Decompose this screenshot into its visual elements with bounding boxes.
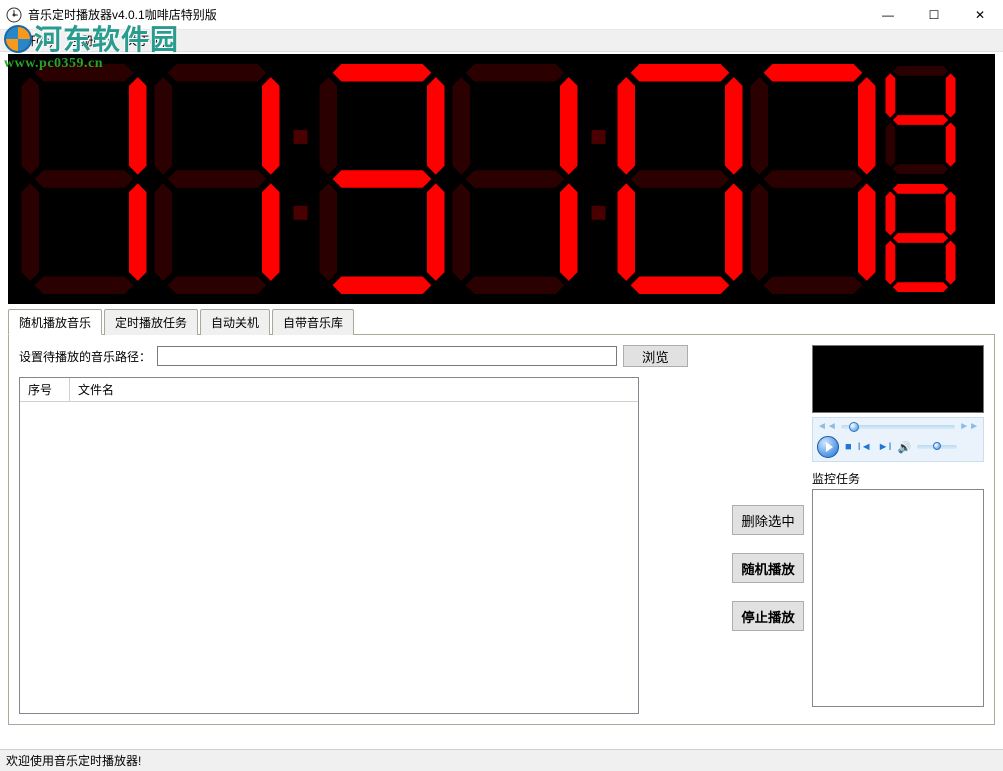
clock-display [8, 54, 995, 304]
tab-auto-shutdown[interactable]: 自动关机 [200, 309, 270, 335]
app-icon [6, 7, 22, 23]
stop-play-button[interactable]: 停止播放 [732, 601, 804, 631]
media-preview [812, 345, 984, 413]
tab-bar: 随机播放音乐 定时播放任务 自动关机 自带音乐库 [8, 308, 995, 335]
random-play-button[interactable]: 随机播放 [732, 553, 804, 583]
volume-slider[interactable] [917, 445, 957, 449]
media-controls: ◄◄ ►► ■ I◄ ►I 🔊 [812, 417, 984, 462]
menu-open[interactable]: 打开(O) [4, 30, 61, 51]
tab-panel: 设置待播放的音乐路径： 浏览 序号 文件名 删除选中 随机播放 停止播放 ◄◄ [8, 335, 995, 725]
title-bar: 音乐定时播放器v4.0.1咖啡店特别版 — ☐ ✕ [0, 0, 1003, 30]
seek-forward-icon[interactable]: ►► [959, 421, 979, 432]
play-button[interactable] [817, 436, 839, 458]
monitor-tasks-list[interactable] [812, 489, 984, 707]
column-index[interactable]: 序号 [20, 378, 70, 401]
music-path-label: 设置待播放的音乐路径： [19, 348, 151, 365]
close-icon: ✕ [975, 8, 985, 22]
menu-bar: 打开(O) 注册(R) 关于(A) [0, 30, 1003, 52]
music-path-input[interactable] [157, 346, 617, 366]
volume-icon[interactable]: 🔊 [898, 441, 912, 454]
stop-button[interactable]: ■ [845, 441, 852, 453]
window-title: 音乐定时播放器v4.0.1咖啡店特别版 [28, 6, 865, 23]
minimize-icon: — [882, 8, 894, 22]
column-filename[interactable]: 文件名 [70, 378, 638, 401]
browse-button[interactable]: 浏览 [623, 345, 688, 367]
tab-music-library[interactable]: 自带音乐库 [272, 309, 354, 335]
maximize-button[interactable]: ☐ [911, 0, 957, 30]
seek-slider[interactable] [841, 425, 955, 429]
file-list[interactable]: 序号 文件名 [19, 377, 639, 714]
prev-button[interactable]: I◄ [858, 441, 872, 453]
maximize-icon: ☐ [929, 8, 940, 22]
next-button[interactable]: ►I [878, 441, 892, 453]
delete-selected-button[interactable]: 删除选中 [732, 505, 804, 535]
status-text: 欢迎使用音乐定时播放器! [6, 752, 141, 769]
menu-register[interactable]: 注册(R) [61, 30, 118, 51]
play-icon [826, 442, 833, 452]
tab-random-play[interactable]: 随机播放音乐 [8, 309, 102, 335]
close-button[interactable]: ✕ [957, 0, 1003, 30]
monitor-tasks-label: 监控任务 [812, 470, 984, 487]
tab-scheduled-tasks[interactable]: 定时播放任务 [104, 309, 198, 335]
status-bar: 欢迎使用音乐定时播放器! [0, 749, 1003, 771]
minimize-button[interactable]: — [865, 0, 911, 30]
seek-back-icon[interactable]: ◄◄ [817, 421, 837, 432]
menu-about[interactable]: 关于(A) [118, 30, 174, 51]
